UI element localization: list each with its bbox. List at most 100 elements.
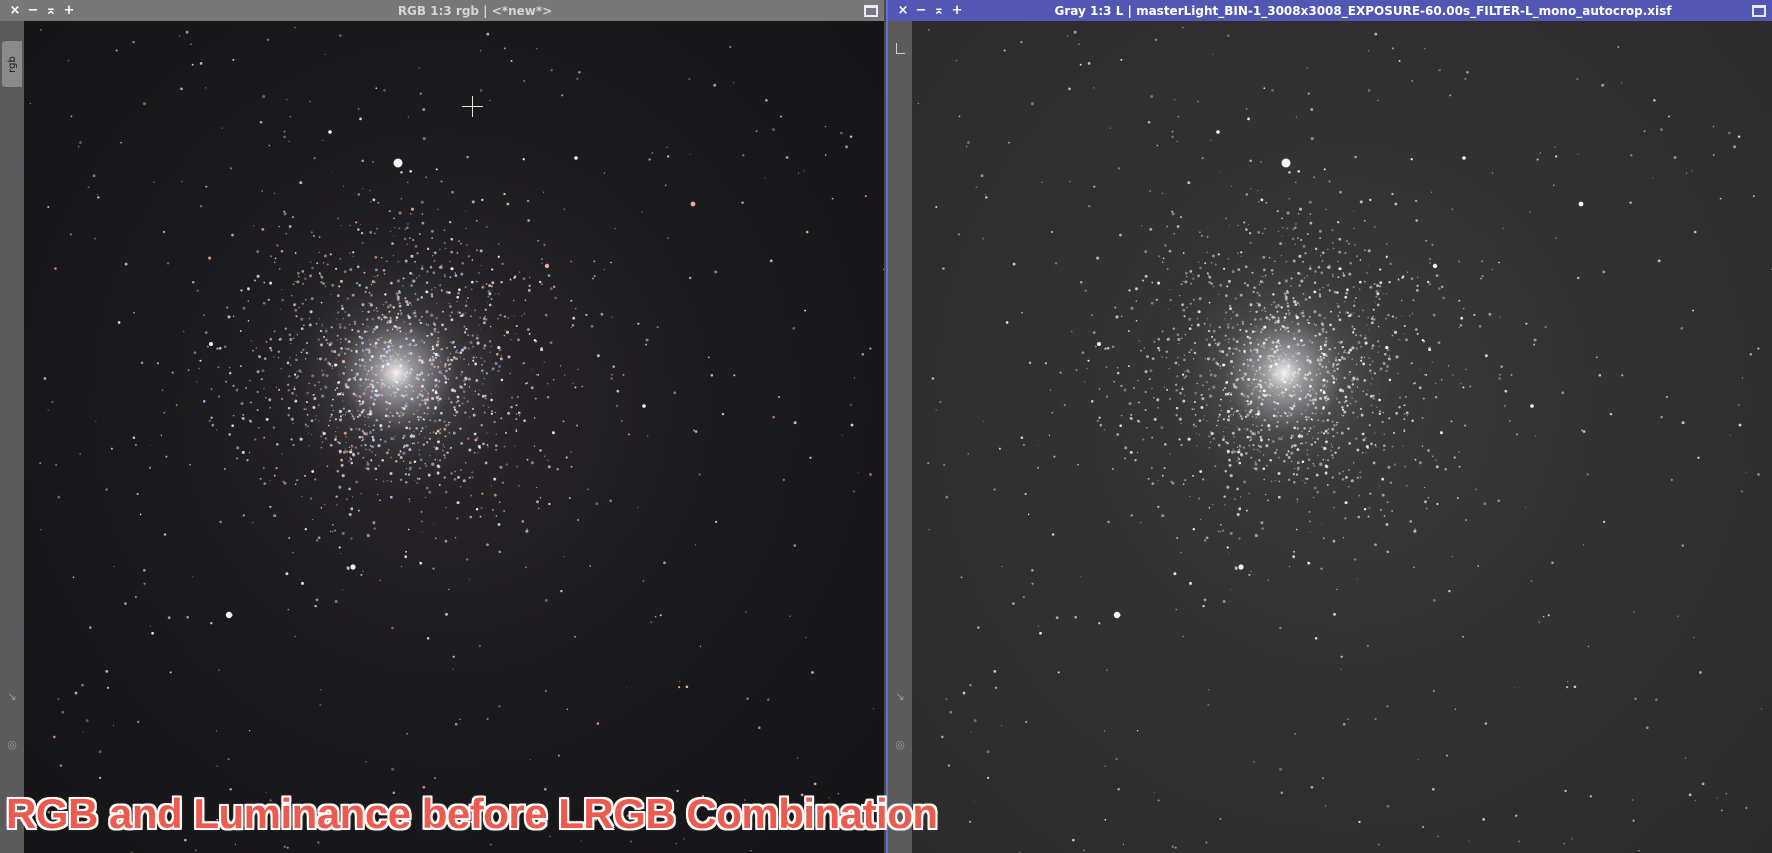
star	[462, 379, 466, 382]
star	[437, 471, 439, 474]
maximize-icon[interactable]	[864, 4, 878, 17]
star	[370, 293, 373, 297]
star	[413, 400, 415, 402]
star	[509, 372, 511, 375]
star	[1234, 566, 1238, 569]
expand-icon[interactable]: +	[948, 0, 966, 21]
star	[570, 299, 573, 302]
close-icon[interactable]: ×	[894, 0, 912, 21]
star	[714, 520, 718, 524]
star	[227, 315, 231, 319]
star	[465, 312, 467, 314]
star	[225, 380, 227, 383]
star	[1342, 722, 1346, 726]
star	[1250, 333, 1253, 335]
luminance-window-titlebar[interactable]: × − ⌅ + Gray 1:3 L | masterLight_BIN-1_3…	[888, 0, 1772, 21]
star	[265, 397, 267, 399]
star	[1386, 243, 1388, 245]
star	[1283, 380, 1287, 384]
star	[263, 387, 265, 390]
star	[1740, 490, 1743, 493]
star	[1254, 467, 1258, 471]
identifier-tab[interactable]: rgb	[2, 41, 22, 87]
star	[236, 446, 240, 450]
star	[1153, 417, 1157, 421]
star	[449, 422, 452, 424]
star	[367, 416, 369, 419]
star	[371, 341, 373, 343]
star	[1200, 393, 1203, 396]
star	[476, 280, 478, 283]
star	[317, 381, 320, 384]
identifier-tab-marker-icon[interactable]	[896, 43, 905, 54]
star	[456, 251, 459, 254]
star	[507, 317, 509, 319]
star	[505, 463, 509, 466]
rgb-image-viewport[interactable]	[24, 21, 884, 853]
target-icon[interactable]: ◎	[894, 739, 906, 751]
star	[405, 481, 408, 484]
minimize-icon[interactable]: −	[912, 0, 930, 21]
star	[1263, 325, 1267, 329]
star	[1164, 244, 1167, 247]
maximize-icon[interactable]	[1752, 4, 1766, 17]
close-icon[interactable]: ×	[6, 0, 24, 21]
target-icon[interactable]: ◎	[6, 739, 18, 751]
star	[1375, 446, 1377, 448]
star	[360, 492, 362, 495]
star	[314, 604, 317, 608]
star	[1256, 386, 1258, 388]
star	[403, 345, 405, 347]
star	[1196, 432, 1198, 434]
minimize-icon[interactable]: −	[24, 0, 42, 21]
star	[962, 691, 966, 695]
star	[1282, 435, 1284, 438]
shade-icon[interactable]: ⌅	[42, 0, 60, 21]
luminance-image-window[interactable]: × − ⌅ + Gray 1:3 L | masterLight_BIN-1_3…	[886, 0, 1772, 853]
star	[1228, 323, 1230, 325]
star	[400, 358, 403, 361]
star	[1413, 566, 1415, 569]
star	[398, 301, 401, 305]
star	[1037, 444, 1039, 446]
star	[1358, 315, 1360, 318]
star	[1435, 459, 1438, 462]
star	[448, 303, 451, 305]
star	[490, 843, 492, 846]
star	[489, 99, 491, 102]
rgb-window-titlebar[interactable]: × − ⌅ + RGB 1:3 rgb | <*new*>	[0, 0, 884, 21]
star	[472, 413, 476, 417]
star	[1363, 507, 1367, 511]
star	[1309, 531, 1311, 533]
resize-arrow-icon[interactable]: ↘	[6, 691, 18, 703]
shade-icon[interactable]: ⌅	[930, 0, 948, 21]
star	[334, 529, 337, 532]
resize-arrow-icon[interactable]: ↘	[894, 691, 906, 703]
star	[1264, 381, 1267, 384]
star	[1145, 355, 1150, 359]
star	[1697, 456, 1700, 459]
star	[1335, 356, 1337, 359]
star	[420, 430, 423, 433]
star	[340, 552, 342, 554]
star	[568, 497, 571, 500]
star	[374, 281, 377, 284]
luminance-image-viewport[interactable]	[912, 21, 1772, 853]
star	[503, 315, 507, 318]
star	[455, 410, 459, 414]
star	[143, 568, 146, 572]
star	[500, 280, 503, 284]
star	[1482, 817, 1486, 821]
star	[543, 191, 545, 193]
star	[465, 329, 467, 332]
star	[366, 533, 370, 538]
star	[1386, 804, 1390, 808]
star	[349, 458, 353, 461]
star	[651, 152, 654, 154]
rgb-image-window[interactable]: × − ⌅ + RGB 1:3 rgb | <*new*> rgb ↘ ◎	[0, 0, 884, 853]
star	[1306, 233, 1309, 235]
expand-icon[interactable]: +	[60, 0, 78, 21]
star	[169, 671, 172, 674]
star	[291, 216, 295, 219]
star	[1181, 373, 1185, 376]
